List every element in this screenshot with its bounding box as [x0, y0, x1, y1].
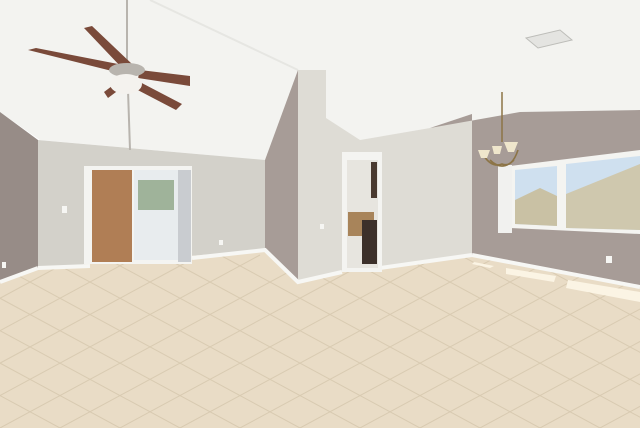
slider-opening	[92, 170, 132, 262]
slider-view-window	[138, 180, 174, 210]
outlet-left	[2, 262, 6, 268]
sliding-glass-door[interactable]	[84, 166, 192, 264]
empty-room-photo	[0, 0, 640, 428]
outlet-right	[606, 256, 612, 263]
kitchen-doorway[interactable]	[342, 152, 382, 272]
kitchen-island	[362, 220, 377, 264]
fan-light-globe	[110, 74, 142, 94]
left-accent-wall	[0, 112, 38, 282]
window-curtain	[498, 165, 512, 233]
light-switch	[62, 206, 67, 213]
outlet-back	[219, 240, 223, 245]
room-scene	[0, 0, 640, 428]
baseboard-back	[37, 264, 91, 270]
kitchen-upper	[371, 162, 377, 198]
slider-curtain	[178, 170, 191, 262]
outlet-center	[320, 224, 324, 229]
